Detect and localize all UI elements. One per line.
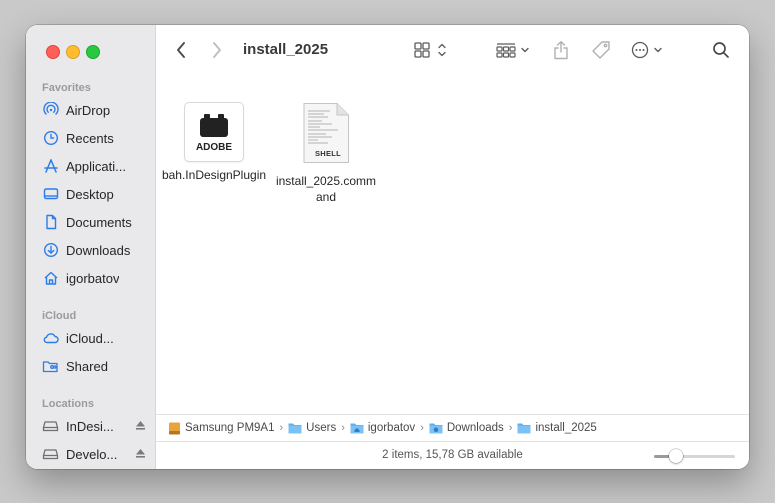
finder-window: Favorites AirDrop Recents Applicati... D… xyxy=(26,25,749,469)
icon-size-slider-knob[interactable] xyxy=(669,449,683,463)
view-mode-button[interactable] xyxy=(412,40,452,60)
folder-icon xyxy=(517,423,531,434)
lego-brick-icon xyxy=(200,114,228,137)
file-icon-label: ADOBE xyxy=(195,142,233,153)
chevron-right-icon: › xyxy=(279,422,284,434)
path-crumb-current[interactable]: install_2025 xyxy=(517,422,597,434)
chevron-left-icon xyxy=(177,42,185,58)
zoom-window-button[interactable] xyxy=(86,45,100,59)
sidebar-item-label: Documents xyxy=(66,214,132,230)
group-grid-icon xyxy=(496,43,529,58)
desktop-icon xyxy=(42,186,59,203)
sidebar-item-home[interactable]: igorbatov xyxy=(42,267,152,289)
sidebar-item-label: iCloud... xyxy=(66,330,114,346)
file-name: install_2025.command xyxy=(275,174,377,204)
sidebar-item-label: Shared xyxy=(66,358,108,374)
locations-section-label: Locations xyxy=(42,398,94,410)
sidebar-item-recents[interactable]: Recents xyxy=(42,127,152,149)
chevron-right-icon: › xyxy=(508,422,513,434)
search-button[interactable] xyxy=(711,40,731,60)
sidebar-item-icloud-drive[interactable]: iCloud... xyxy=(42,327,152,349)
chevron-right-icon xyxy=(213,42,221,58)
share-button[interactable] xyxy=(551,39,571,61)
search-icon xyxy=(713,42,729,58)
tag-icon xyxy=(592,41,610,59)
toolbar: install_2025 xyxy=(156,25,749,77)
sidebar-item-shared[interactable]: Shared xyxy=(42,355,152,377)
cloud-icon xyxy=(42,330,59,347)
path-crumb-label: Downloads xyxy=(446,422,504,434)
downloads-folder-icon xyxy=(429,423,443,434)
sidebar-item-label: Develo... xyxy=(66,446,118,462)
home-icon xyxy=(42,270,59,287)
back-button[interactable] xyxy=(172,40,190,60)
more-actions-button[interactable] xyxy=(630,40,668,60)
sidebar-item-label: igorbatov xyxy=(66,270,120,286)
clock-icon xyxy=(42,130,59,147)
sidebar-item-label: Recents xyxy=(66,130,114,146)
sidebar-item-desktop[interactable]: Desktop xyxy=(42,183,152,205)
ellipsis-circle-icon xyxy=(631,41,662,59)
sidebar-item-label: Downloads xyxy=(66,242,131,258)
folder-icon xyxy=(288,423,302,434)
path-crumb-downloads[interactable]: Downloads xyxy=(429,422,504,434)
sidebar-item-documents[interactable]: Documents xyxy=(42,211,152,233)
disk-icon xyxy=(42,418,59,435)
file-item-install-command[interactable]: SHELL install_2025.command xyxy=(271,103,381,205)
sidebar-item-label: Desktop xyxy=(66,186,114,202)
internal-disk-icon xyxy=(169,422,180,434)
window-title: install_2025 xyxy=(243,41,329,58)
path-crumb-label: Users xyxy=(306,422,337,434)
path-crumb-label: install_2025 xyxy=(535,422,597,434)
sidebar-item-airdrop[interactable]: AirDrop xyxy=(42,99,152,121)
sidebar-item-label: InDesi... xyxy=(66,418,114,434)
file-item-indesign-plugin[interactable]: ADOBE bah.InDesignPlugin xyxy=(159,103,269,183)
favorites-section-label: Favorites xyxy=(42,82,91,94)
sidebar-item-applications[interactable]: Applicati... xyxy=(42,155,152,177)
adobe-plugin-icon: ADOBE xyxy=(185,103,243,161)
airdrop-icon xyxy=(42,102,59,119)
share-icon xyxy=(554,41,568,60)
path-crumb-label: igorbatov xyxy=(367,422,416,434)
icon-grid-icon xyxy=(414,42,446,58)
eject-icon[interactable] xyxy=(135,419,146,434)
path-crumb-disk[interactable]: Samsung PM9A1 xyxy=(168,422,275,435)
home-folder-icon xyxy=(350,423,364,434)
chevron-right-icon: › xyxy=(341,422,345,434)
path-crumb-label: Samsung PM9A1 xyxy=(185,422,275,434)
path-bar: Samsung PM9A1 › Users › igorbatov › Down… xyxy=(156,414,749,441)
tags-button[interactable] xyxy=(590,39,612,61)
close-window-button[interactable] xyxy=(46,45,60,59)
minimize-window-button[interactable] xyxy=(66,45,80,59)
applications-icon xyxy=(42,158,59,175)
file-name: bah.InDesignPlugin xyxy=(161,168,267,182)
sidebar-item-downloads[interactable]: Downloads xyxy=(42,239,152,261)
path-crumb-home[interactable]: igorbatov xyxy=(350,422,415,434)
path-crumb-users[interactable]: Users xyxy=(288,422,336,434)
file-icon-label: SHELL xyxy=(314,149,342,158)
icloud-section-label: iCloud xyxy=(42,310,77,322)
shared-folder-icon xyxy=(42,358,59,375)
status-bar: 2 items, 15,78 GB available xyxy=(156,441,749,469)
document-icon xyxy=(42,214,59,231)
disk-icon xyxy=(42,446,59,463)
sidebar-item-label: AirDrop xyxy=(66,102,111,118)
forward-button[interactable] xyxy=(208,40,226,60)
icon-size-slider[interactable] xyxy=(654,449,735,463)
group-by-button[interactable] xyxy=(494,40,534,60)
sidebar-item-developer-volume[interactable]: Develo... xyxy=(42,443,152,465)
download-icon xyxy=(42,242,59,259)
sidebar: Favorites AirDrop Recents Applicati... D… xyxy=(26,25,156,469)
file-browser: ADOBE bah.InDesignPlugin SHELL install_2… xyxy=(156,77,749,413)
eject-icon[interactable] xyxy=(135,447,146,462)
sidebar-item-indesign-volume[interactable]: InDesi... xyxy=(42,415,152,437)
shell-script-icon: SHELL xyxy=(302,103,350,163)
sidebar-item-label: Applicati... xyxy=(66,158,126,174)
chevron-right-icon: › xyxy=(420,422,424,434)
